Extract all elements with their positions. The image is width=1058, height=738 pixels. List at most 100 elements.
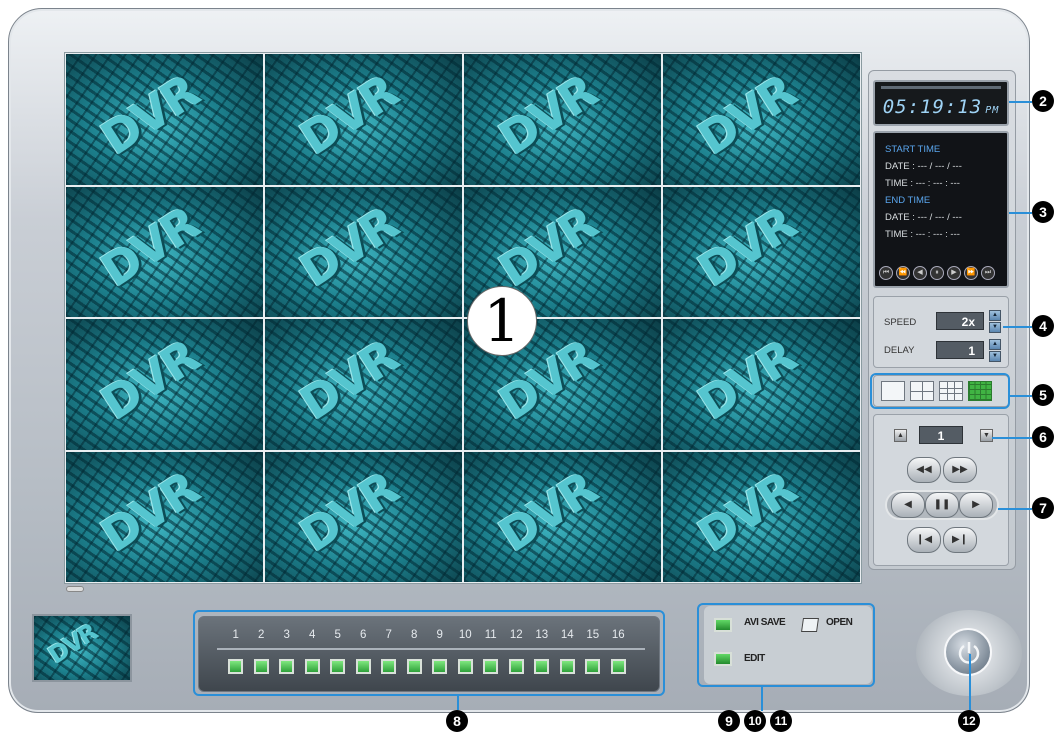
callout-2: 2 (1032, 90, 1054, 112)
channel-value: 1 (919, 426, 963, 444)
leader-12 (969, 654, 971, 710)
clock-readout: 05:19:13 PM (875, 96, 1007, 118)
tile-watermark: DVR (91, 461, 208, 564)
speed-delay-panel: SPEED 2x ▲ ▼ DELAY 1 ▲ ▼ (873, 296, 1009, 368)
callout-10: 10 (744, 710, 766, 732)
callout-4: 4 (1032, 315, 1054, 337)
video-tile[interactable]: DVR (66, 186, 263, 317)
search-transport-bar: ⏮ ⏪ ◀ ⏸ ▶ ⏩ ⏭ (879, 266, 995, 280)
speed-up-icon[interactable]: ▲ (989, 310, 1001, 321)
tile-watermark: DVR (91, 329, 208, 431)
fast-forward-icon[interactable]: ⏩ (964, 266, 978, 280)
tile-watermark: DVR (688, 64, 805, 166)
leader-9-11 (761, 687, 763, 711)
speed-label: SPEED (884, 317, 917, 328)
clock-time: 05:19:13 (882, 96, 983, 118)
clock-progress-bar (881, 86, 1001, 89)
channel-prev-button[interactable]: ▲ (894, 429, 907, 442)
leader-3 (1009, 212, 1032, 214)
tile-watermark: DVR (290, 461, 407, 564)
video-tile[interactable]: DVR (663, 186, 860, 317)
video-tile[interactable]: DVR (265, 319, 462, 450)
video-tile[interactable]: DVR (66, 451, 263, 582)
file-panel-highlight (697, 603, 875, 687)
tile-watermark: DVR (489, 64, 606, 166)
callout-12: 12 (958, 710, 980, 732)
clock-ampm: PM (985, 105, 1000, 116)
dvr-playback-window: DVR DVR DVR DVR DVR DVR DVR DVR DVR DVR DVR DVR DVR D… (0, 0, 1058, 738)
callout-3: 3 (1032, 201, 1054, 223)
tile-watermark: DVR (489, 196, 606, 299)
video-tile[interactable]: DVR (464, 54, 661, 185)
tile-watermark: DVR (688, 461, 805, 564)
play-button[interactable]: ▶ (959, 492, 993, 518)
tile-watermark: DVR (91, 64, 208, 166)
channel-next-button[interactable]: ▼ (980, 429, 993, 442)
video-tile[interactable]: DVR (66, 54, 263, 185)
callout-1: 1 (467, 286, 537, 356)
delay-down-icon[interactable]: ▼ (989, 351, 1001, 362)
callout-6: 6 (1032, 426, 1054, 448)
power-button[interactable] (944, 628, 992, 676)
leader-2 (1009, 101, 1032, 103)
speed-stepper[interactable]: ▲ ▼ (989, 310, 1001, 333)
callout-7: 7 (1032, 497, 1054, 519)
end-time: TIME : --- : --- : --- (885, 229, 960, 240)
tile-watermark: DVR (489, 461, 606, 564)
video-tile[interactable]: DVR (464, 451, 661, 582)
step-back-button[interactable]: ❙◀ (907, 527, 941, 553)
video-tile[interactable]: DVR (663, 451, 860, 582)
delay-value: 1 (936, 341, 984, 359)
video-grid: DVR DVR DVR DVR DVR DVR DVR DVR DVR DVR DVR DVR DVR D… (64, 52, 862, 584)
leader-6 (992, 437, 1032, 439)
fast-rewind-button[interactable]: ◀◀ (907, 457, 941, 483)
video-tile[interactable]: DVR (265, 54, 462, 185)
video-tile[interactable]: DVR (663, 54, 860, 185)
end-time-header: END TIME (885, 195, 931, 206)
speed-down-icon[interactable]: ▼ (989, 322, 1001, 333)
delay-label: DELAY (884, 345, 915, 356)
play-reverse-button[interactable]: ◀ (891, 492, 925, 518)
thumbnail-watermark: DVR (43, 618, 102, 670)
start-date: DATE : --- / --- / --- (885, 161, 962, 172)
tile-watermark: DVR (688, 329, 805, 431)
callout-9: 9 (718, 710, 740, 732)
pause-button[interactable]: ❚❚ (925, 492, 959, 518)
grid-scroll-handle[interactable] (66, 586, 84, 592)
video-tile[interactable]: DVR (265, 186, 462, 317)
search-time-info: START TIME DATE : --- / --- / --- TIME :… (873, 131, 1009, 288)
leader-5 (1010, 395, 1032, 397)
tile-watermark: DVR (290, 64, 407, 166)
rewind-icon[interactable]: ⏪ (896, 266, 910, 280)
fast-forward-button[interactable]: ▶▶ (943, 457, 977, 483)
delay-up-icon[interactable]: ▲ (989, 339, 1001, 350)
first-icon[interactable]: ⏮ (879, 266, 893, 280)
tile-watermark: DVR (91, 196, 208, 299)
play-icon[interactable]: ▶ (947, 266, 961, 280)
leader-4 (1003, 326, 1032, 328)
video-tile[interactable]: DVR (66, 319, 263, 450)
playback-navigation-panel: ▲ 1 ▼ ◀◀ ▶▶ ◀ ❚❚ ▶ ❙◀ ▶❙ (873, 414, 1009, 566)
pause-icon[interactable]: ⏸ (930, 266, 944, 280)
leader-7 (998, 508, 1032, 510)
video-tile[interactable]: DVR (265, 451, 462, 582)
callout-11: 11 (770, 710, 792, 732)
tile-watermark: DVR (290, 196, 407, 299)
tile-watermark: DVR (290, 329, 407, 431)
logo-thumbnail: DVR (32, 614, 132, 682)
last-icon[interactable]: ⏭ (981, 266, 995, 280)
start-time: TIME : --- : --- : --- (885, 178, 960, 189)
leader-8 (457, 696, 459, 710)
layout-highlight (870, 373, 1010, 409)
start-time-header: START TIME (885, 144, 941, 155)
clock-display: 05:19:13 PM (873, 80, 1009, 126)
step-back-icon[interactable]: ◀ (913, 266, 927, 280)
video-tile[interactable]: DVR (663, 319, 860, 450)
callout-8: 8 (446, 710, 468, 732)
speed-value: 2x (936, 312, 984, 330)
tile-watermark: DVR (688, 196, 805, 299)
delay-stepper[interactable]: ▲ ▼ (989, 339, 1001, 362)
channel-panel-highlight (193, 610, 665, 696)
step-forward-button[interactable]: ▶❙ (943, 527, 977, 553)
end-date: DATE : --- / --- / --- (885, 212, 962, 223)
